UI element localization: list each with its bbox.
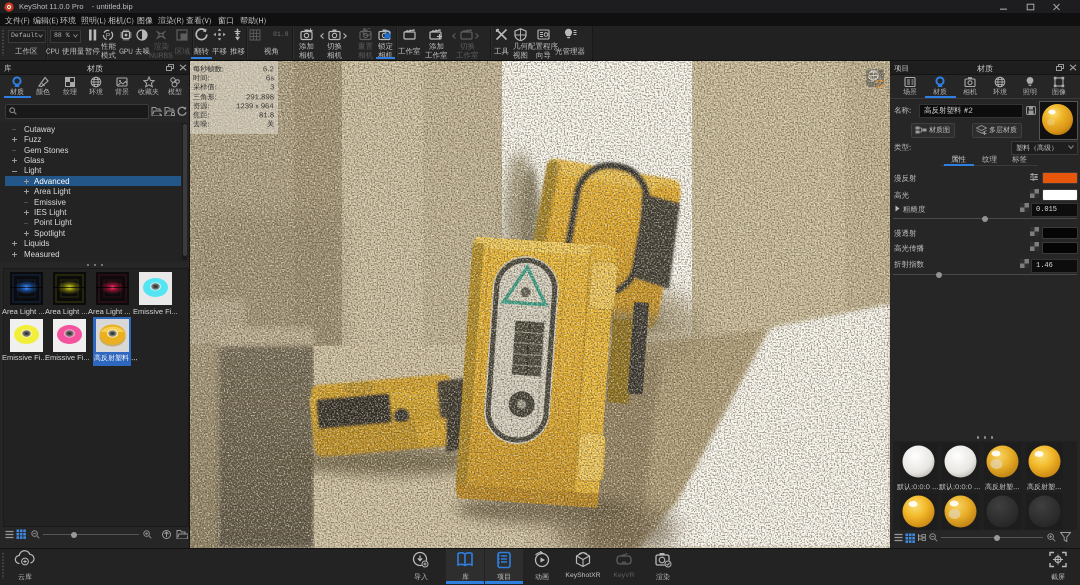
svg-text:P: P: [106, 32, 110, 39]
